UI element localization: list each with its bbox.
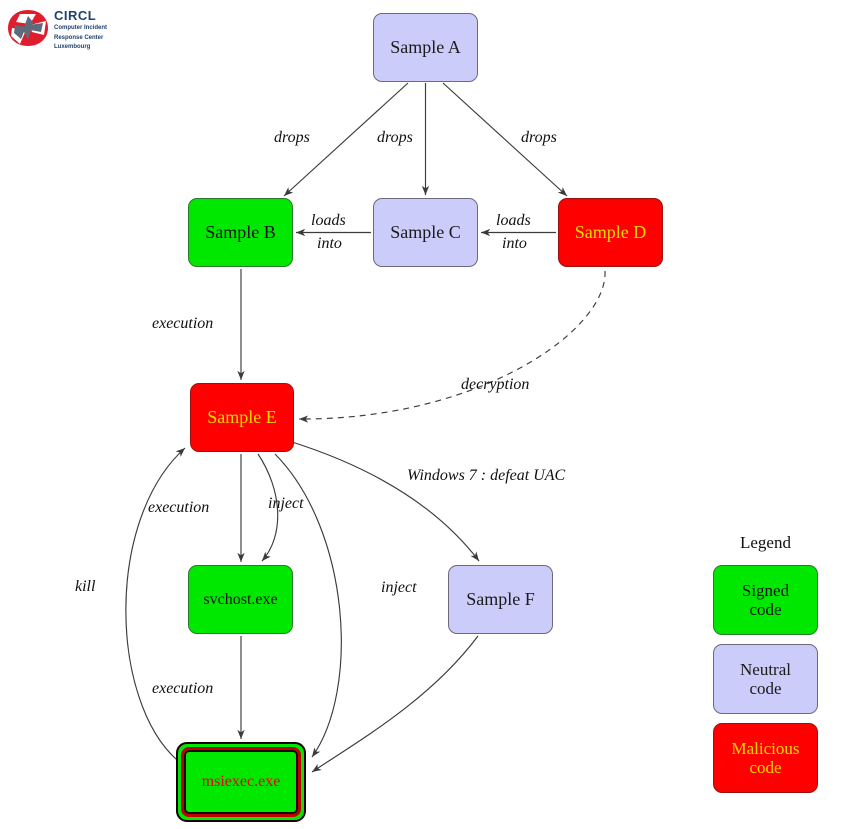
edge-label-loads-cb-line1: loads xyxy=(311,212,346,229)
node-svchost-exe[interactable]: svchost.exe xyxy=(188,565,293,634)
legend-neutral-line1: Neutral xyxy=(740,659,791,679)
edge-label-drops-c: drops xyxy=(377,129,413,146)
legend-item-signed-code-label: Signed code xyxy=(738,581,793,619)
legend-malicious-line2: code xyxy=(749,758,782,777)
node-msiexec-exe-inner: msiexec.exe xyxy=(181,747,301,817)
diagram-canvas: CIRCL Computer Incident Response Center … xyxy=(0,0,848,829)
legend-item-malicious-code-label: Malicious code xyxy=(728,739,804,777)
edge-label-loads-dc-line2: into xyxy=(502,235,527,252)
edge-label-loads-cb-line2: into xyxy=(317,235,342,252)
node-svchost-exe-label: svchost.exe xyxy=(203,590,278,608)
edge-sample-f-to-msiexec xyxy=(311,635,479,773)
legend-item-malicious-code: Malicious code xyxy=(713,723,818,793)
node-sample-e[interactable]: Sample E xyxy=(190,383,294,452)
node-sample-d[interactable]: Sample D xyxy=(558,198,663,267)
legend-signed-line1: Signed xyxy=(741,580,790,600)
edge-msiexec-to-e-kill xyxy=(125,447,186,761)
node-sample-b-label: Sample B xyxy=(205,222,276,243)
legend-neutral-line2: code xyxy=(749,679,782,698)
legend-signed-line2: code xyxy=(749,600,782,619)
edge-label-loads-dc-line1: loads xyxy=(496,212,531,229)
edge-label-drops-b: drops xyxy=(274,129,310,146)
edge-label-drops-d: drops xyxy=(521,129,557,146)
legend-item-signed-code: Signed code xyxy=(713,565,818,635)
edge-e-to-sample-f-uac xyxy=(291,441,480,562)
node-sample-f-label: Sample F xyxy=(466,589,535,610)
legend-item-neutral-code-label: Neutral code xyxy=(736,660,795,698)
node-sample-b[interactable]: Sample B xyxy=(188,198,293,267)
node-msiexec-exe-label: msiexec.exe xyxy=(201,773,281,791)
node-sample-a[interactable]: Sample A xyxy=(373,13,478,82)
node-msiexec-exe[interactable]: msiexec.exe xyxy=(176,742,306,822)
edge-label-execution-e-svchost: execution xyxy=(148,499,210,516)
edge-label-kill: kill xyxy=(75,578,96,595)
node-sample-f[interactable]: Sample F xyxy=(448,565,553,634)
node-sample-c[interactable]: Sample C xyxy=(373,198,478,267)
edge-label-execution-svchost-msiexec: execution xyxy=(152,680,214,697)
edge-label-inject-e-svchost: inject xyxy=(268,495,304,512)
legend-title: Legend xyxy=(740,533,791,552)
legend-malicious-line1: Malicious xyxy=(731,738,800,758)
node-sample-c-label: Sample C xyxy=(390,222,461,243)
node-sample-a-label: Sample A xyxy=(390,37,461,58)
edge-label-execution-b-e: execution xyxy=(152,315,214,332)
edge-label-decryption: decryption xyxy=(461,376,530,393)
legend-item-neutral-code: Neutral code xyxy=(713,644,818,714)
edge-d-to-e-decryption xyxy=(298,270,606,423)
edge-label-windows7-uac: Windows 7 : defeat UAC xyxy=(407,467,566,484)
node-sample-e-label: Sample E xyxy=(207,407,277,428)
node-sample-d-label: Sample D xyxy=(574,222,647,243)
edge-label-inject-e-msiexec: inject xyxy=(381,579,417,596)
